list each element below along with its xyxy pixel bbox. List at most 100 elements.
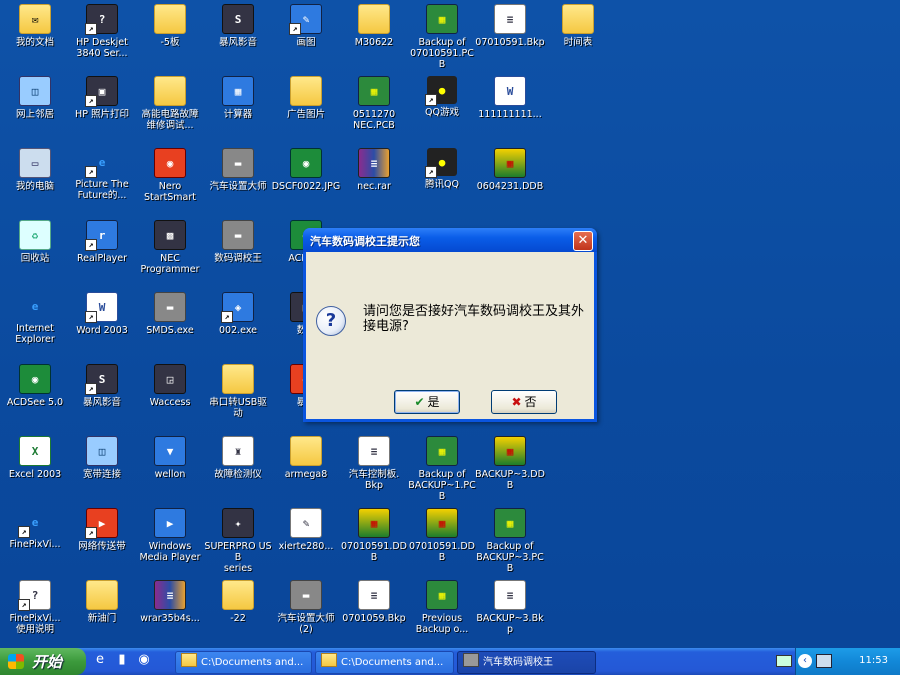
desktop-icon-label: 网络传送带: [78, 541, 126, 552]
desktop-icon[interactable]: -22: [203, 580, 273, 624]
check-icon: ✔: [414, 395, 425, 409]
chip-icon: ▬: [222, 148, 254, 178]
desktop-icon[interactable]: M30622: [339, 4, 409, 48]
ddb-icon: ▦: [494, 148, 526, 178]
desktop-icon[interactable]: ▼ wellon: [135, 436, 205, 480]
close-icon[interactable]: ✕: [573, 231, 593, 251]
start-button[interactable]: 开始: [0, 648, 86, 675]
desktop-icon[interactable]: ▬ SMDS.exe: [135, 292, 205, 336]
desktop-icon[interactable]: ✦ SUPERPRO USB series: [203, 508, 273, 574]
no-button[interactable]: ✖ 否: [491, 390, 557, 414]
desktop-icon[interactable]: ▦ BACKUP~3.DDB: [475, 436, 545, 491]
desktop-icon[interactable]: ▦ Backup of BACKUP~1.PCB: [407, 436, 477, 502]
desktop-icon[interactable]: ◫ 网上邻居: [0, 76, 70, 120]
ie-quicklaunch-icon[interactable]: e: [92, 652, 108, 670]
app-icon: ✦: [222, 508, 254, 538]
desktop-icon-label: 0511270 NEC.PCB: [352, 109, 396, 131]
desktop-icon[interactable]: ≡ nec.rar: [339, 148, 409, 192]
desktop-icon[interactable]: ◉ DSCF0022.JPG: [271, 148, 341, 192]
desktop-icon[interactable]: ▶ ↗ 网络传送带: [67, 508, 137, 552]
desktop-icon[interactable]: ● ↗ QQ游戏: [407, 76, 477, 118]
desktop-icon[interactable]: ▦ 0604231.DDB: [475, 148, 545, 192]
desktop-icon[interactable]: ◉ Nero StartSmart: [135, 148, 205, 203]
desktop-icon[interactable]: e Internet Explorer: [0, 292, 70, 346]
desktop-icon-label: BACKUP~3.DDB: [475, 469, 545, 491]
shortcut-arrow-icon: ↗: [289, 23, 301, 35]
folder-icon: [290, 436, 322, 466]
desktop-icon[interactable]: ♻ 回收站: [0, 220, 70, 264]
taskbar-button[interactable]: C:\Documents and...: [315, 651, 454, 674]
desktop-icon[interactable]: -5板: [135, 4, 205, 48]
app-icon: S ↗: [85, 364, 118, 395]
media-quicklaunch-icon[interactable]: ◉: [136, 652, 152, 670]
desktop-icon[interactable]: ◫ 宽带连接: [67, 436, 137, 480]
desktop-icon[interactable]: S 暴风影音: [203, 4, 273, 48]
desktop-icon[interactable]: ▭ 我的电脑: [0, 148, 70, 192]
desktop-icon[interactable]: S ↗ 暴风影音: [67, 364, 137, 408]
desktop-icon[interactable]: ≡ wrar35b4s...: [135, 580, 205, 624]
desktop-icon-label: Windows Media Player: [139, 541, 201, 563]
desktop-icon[interactable]: 广告图片: [271, 76, 341, 120]
network-icon[interactable]: [816, 654, 832, 668]
desktop-icon-label: Internet Explorer: [15, 323, 55, 345]
desktop-icon[interactable]: ✎ ↗ 画图: [271, 4, 341, 48]
blue-icon: r ↗: [85, 220, 118, 251]
desktop-icon[interactable]: ≡ 0701059.Bkp: [339, 580, 409, 624]
desktop-icon[interactable]: r ↗ RealPlayer: [67, 220, 137, 264]
desktop-icon[interactable]: ▦ 07010591.DDB: [339, 508, 409, 563]
desktop-icon[interactable]: ≡ 07010591.Bkp: [475, 4, 545, 48]
taskbar-button[interactable]: C:\Documents and...: [175, 651, 312, 674]
desktop-icon[interactable]: W ↗ Word 2003: [67, 292, 137, 336]
desktop-icon[interactable]: X Excel 2003: [0, 436, 70, 480]
desktop-icon[interactable]: ✎ xierte280...: [271, 508, 341, 552]
desktop-icon[interactable]: ? ↗ FinePixVi... 使用说明: [0, 580, 70, 635]
desktop-icon-label: 汽车设置大师: [209, 181, 267, 192]
desktop-icon[interactable]: ▬ 数码调校王: [203, 220, 273, 264]
desktop-icon[interactable]: ◈ ↗ 002.exe: [203, 292, 273, 336]
desktop-icon[interactable]: ◲ Waccess: [135, 364, 205, 408]
desktop-icon[interactable]: ▬ 汽车设置大师: [203, 148, 273, 192]
keyboard-icon[interactable]: [776, 655, 792, 667]
desktop-icon[interactable]: ▩ NEC Programmer: [135, 220, 205, 275]
desktop-icon[interactable]: e ↗ FinePixVi...: [0, 508, 70, 551]
clock[interactable]: 11:53: [859, 655, 888, 666]
desktop-icon[interactable]: ✉ 我的文档: [0, 4, 70, 48]
desktop-icon[interactable]: ▦ 0511270 NEC.PCB: [339, 76, 409, 131]
desktop-icon-label: QQ游戏: [425, 107, 459, 118]
desktop-icon[interactable]: ● ↗ 腾讯QQ: [407, 148, 477, 190]
folder-icon: [154, 4, 186, 34]
desktop-icon[interactable]: ▦ Previous Backup o...: [407, 580, 477, 635]
desktop-icon[interactable]: ▦ Backup of BACKUP~3.PCB: [475, 508, 545, 574]
rar-icon: ≡: [358, 148, 390, 178]
desktop-icon[interactable]: ? ↗ HP Deskjet 3840 Ser...: [67, 4, 137, 59]
taskbar-button[interactable]: 汽车数码调校王: [457, 651, 596, 674]
desktop-icon[interactable]: 高能电路故障 维修调试...: [135, 76, 205, 131]
app-quicklaunch-icon[interactable]: ▮: [114, 652, 130, 670]
desktop-icon[interactable]: ▬ 汽车设置大师 (2): [271, 580, 341, 635]
yes-button[interactable]: ✔ 是: [394, 390, 460, 414]
show-hidden-icon[interactable]: ‹: [798, 654, 812, 668]
desktop-icon[interactable]: ▦ 07010591.DDB: [407, 508, 477, 563]
desktop-icon[interactable]: ▦ Backup of 07010591.PCB: [407, 4, 477, 70]
desktop-icon[interactable]: ♜ 故障检测仪: [203, 436, 273, 480]
rar-icon: ≡: [154, 580, 186, 610]
desktop-icon[interactable]: 时间表: [543, 4, 613, 48]
dialog-titlebar[interactable]: 汽车数码调校王提示您 ✕: [303, 228, 597, 252]
folder-icon: [222, 580, 254, 610]
desktop-icon[interactable]: ▣ ↗ HP 照片打印: [67, 76, 137, 120]
desktop-icon[interactable]: e ↗ Picture The Future的...: [67, 148, 137, 202]
dialog-body: ? 请问您是否接好汽车数码调校王及其外接电源? ✔ 是 ✖ 否: [306, 252, 594, 419]
desktop-icon[interactable]: ≡ 汽车控制板. Bkp: [339, 436, 409, 491]
desktop-icon-label: SMDS.exe: [146, 325, 194, 336]
shortcut-arrow-icon: ↗: [85, 23, 97, 35]
desktop-icon[interactable]: 串口转USB驱 动: [203, 364, 273, 419]
desktop-icon[interactable]: W 111111111...: [475, 76, 545, 120]
desktop-icon[interactable]: 新油门: [67, 580, 137, 624]
desktop-icon-label: Backup of 07010591.PCB: [410, 37, 474, 70]
desktop-icon[interactable]: armega8: [271, 436, 341, 480]
desktop-icon[interactable]: ▶ Windows Media Player: [135, 508, 205, 563]
desktop-icon[interactable]: ≡ BACKUP~3.Bkp: [475, 580, 545, 635]
desktop-icon-label: xierte280...: [278, 541, 334, 552]
desktop-icon[interactable]: ▦ 计算器: [203, 76, 273, 120]
desktop-icon[interactable]: ◉ ACDSee 5.0: [0, 364, 70, 408]
